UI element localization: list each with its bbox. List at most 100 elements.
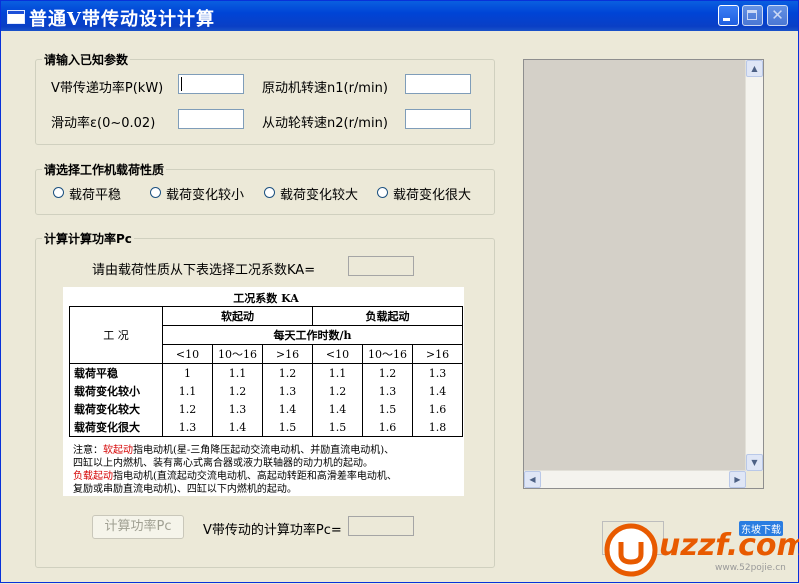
hours-col: <10 (162, 344, 213, 364)
minimize-icon (723, 18, 730, 21)
table-cell: 1.3 (262, 382, 313, 400)
row-label: 载荷平稳 (69, 363, 163, 382)
scroll-down-arrow-icon[interactable]: ▼ (746, 454, 763, 471)
watermark-tag: 东坡下载 (739, 521, 783, 536)
note-line: 负载起动指电动机(直流起动交流电动机、高起动转距和高滑差率电动机、 (73, 470, 463, 483)
table-cell: 1.2 (362, 363, 413, 382)
ka-table: 工况系数 KA 工 况 软起动 负载起动 每天工作时数/h <10 10～16 … (69, 290, 463, 437)
table-row: 载荷变化较小 1.1 1.2 1.3 1.2 1.3 1.4 (69, 382, 463, 400)
main-window: 普通V带传动设计计算 ✕ 请输入已知参数 V带传递功率P(kW) 原动机转速n1… (0, 0, 799, 583)
table-cell: 1.5 (362, 400, 413, 418)
table-cell: 1.1 (162, 382, 213, 400)
power-input[interactable] (178, 74, 244, 94)
n1-label: 原动机转速n1(r/min) (262, 81, 388, 96)
table-cell: 1.1 (212, 363, 263, 382)
n2-label: 从动轮转速n2(r/min) (262, 116, 388, 131)
table-cell: 1 (162, 363, 213, 382)
pc-result-label: V带传动的计算功率Pc= (203, 523, 342, 538)
watermark-url: www.52pojie.cn (715, 563, 786, 573)
ka-table-caption: 工况系数 KA (233, 292, 299, 305)
table-cell: 1.8 (412, 418, 463, 437)
note-soft-text2: 四缸以上内燃机、装有离心式离合器或液力联轴器的动力机的起动。 (73, 458, 373, 469)
load-radio-small[interactable] (150, 187, 161, 198)
load-radio-very-large[interactable] (377, 187, 388, 198)
n1-input[interactable] (405, 74, 471, 94)
table-row: 载荷变化较大 1.2 1.3 1.4 1.4 1.5 1.6 (69, 400, 463, 418)
load-option-steady[interactable]: 载荷平稳 (69, 184, 121, 203)
table-cell: 1.2 (262, 363, 313, 382)
output-list-box[interactable]: ▲ ▼ ◀ ▶ (523, 59, 764, 489)
load-legend: 请选择工作机载荷性质 (44, 163, 165, 177)
note-load-text2: 复励或串励直流电动机)、四缸以下内燃机的起动。 (73, 484, 297, 495)
ka-input[interactable] (348, 256, 414, 276)
table-cell: 1.3 (212, 400, 263, 418)
pc-result-input[interactable] (348, 516, 414, 536)
table-cell: 1.1 (312, 363, 363, 382)
title-bar[interactable]: 普通V带传动设计计算 ✕ (1, 1, 798, 31)
calculate-pc-button[interactable]: 计算功率Pc (92, 515, 184, 539)
maximize-icon (747, 10, 757, 20)
table-cell: 1.2 (212, 382, 263, 400)
table-cell: 1.2 (312, 382, 363, 400)
hours-col: <10 (312, 344, 363, 364)
note-load-term: 负载起动 (73, 471, 113, 482)
note-prefix: 注意： (73, 445, 103, 456)
slip-label: 滑动率ε(0~0.02) (51, 116, 156, 131)
table-cell: 1.5 (312, 418, 363, 437)
table-cell: 1.3 (162, 418, 213, 437)
table-cell: 1.4 (412, 382, 463, 400)
table-cell: 1.3 (362, 382, 413, 400)
table-cell: 1.5 (262, 418, 313, 437)
slip-input[interactable] (178, 109, 244, 129)
table-cell: 1.4 (312, 400, 363, 418)
table-cell: 1.4 (212, 418, 263, 437)
soft-start-header: 软起动 (162, 306, 313, 326)
note-soft-term: 软起动 (103, 445, 133, 456)
load-start-header: 负载起动 (312, 306, 463, 326)
text-cursor (181, 77, 182, 91)
row-label: 载荷变化很大 (69, 418, 163, 437)
close-icon: ✕ (771, 6, 784, 24)
hours-col: >16 (262, 344, 313, 364)
window-title: 普通V带传动设计计算 (29, 9, 215, 30)
app-icon[interactable] (7, 10, 25, 24)
horizontal-scrollbar[interactable]: ◀ ▶ (524, 470, 746, 488)
scroll-right-arrow-icon[interactable]: ▶ (729, 471, 746, 488)
load-option-small[interactable]: 载荷变化较小 (166, 184, 244, 203)
scroll-up-arrow-icon[interactable]: ▲ (746, 60, 763, 77)
note-line: 注意：软起动指电动机(星-三角降压起动交流电动机、并励直流电动机)、 (73, 444, 463, 457)
hours-col: >16 (412, 344, 463, 364)
work-condition-header: 工 况 (69, 306, 163, 364)
hours-header: 每天工作时数/h (162, 325, 463, 345)
close-button[interactable]: ✕ (767, 5, 788, 26)
load-radio-large[interactable] (264, 187, 275, 198)
table-row: 载荷变化很大 1.3 1.4 1.5 1.5 1.6 1.8 (69, 418, 463, 437)
row-label: 载荷变化较小 (69, 382, 163, 400)
table-cell: 1.2 (162, 400, 213, 418)
table-cell: 1.6 (412, 400, 463, 418)
calc-legend: 计算计算功率Pc (44, 232, 132, 246)
row-label: 载荷变化较大 (69, 400, 163, 418)
vertical-scrollbar[interactable]: ▲ ▼ (745, 60, 763, 471)
minimize-button[interactable] (718, 5, 739, 26)
watermark: uzzf.com 东坡下载 www.52pojie.cn (601, 520, 799, 584)
load-radio-steady[interactable] (53, 187, 64, 198)
table-cell: 1.3 (412, 363, 463, 382)
table-cell: 1.4 (262, 400, 313, 418)
note-soft-text: 指电动机(星-三角降压起动交流电动机、并励直流电动机)、 (133, 445, 395, 456)
scroll-corner (746, 471, 763, 488)
note-load-text: 指电动机(直流起动交流电动机、高起动转距和高滑差率电动机、 (113, 471, 397, 482)
load-option-large[interactable]: 载荷变化较大 (280, 184, 358, 203)
table-row: 载荷平稳 1 1.1 1.2 1.1 1.2 1.3 (69, 363, 463, 382)
hours-col: 10～16 (362, 344, 413, 364)
power-label: V带传递功率P(kW) (51, 81, 164, 96)
scroll-left-arrow-icon[interactable]: ◀ (524, 471, 541, 488)
n2-input[interactable] (405, 109, 471, 129)
hours-col: 10～16 (212, 344, 263, 364)
ka-prompt: 请由载荷性质从下表选择工况系数KA= (92, 263, 316, 278)
table-cell: 1.6 (362, 418, 413, 437)
table-note: 注意：软起动指电动机(星-三角降压起动交流电动机、并励直流电动机)、 四缸以上内… (73, 444, 463, 496)
maximize-button[interactable] (742, 5, 763, 26)
ka-table-image: 工况系数 KA 工 况 软起动 负载起动 每天工作时数/h <10 10～16 … (63, 287, 464, 496)
load-option-very-large[interactable]: 载荷变化很大 (393, 184, 471, 203)
